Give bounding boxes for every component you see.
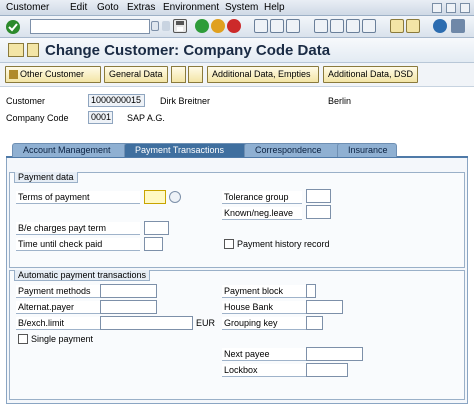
house-bank-input[interactable] xyxy=(306,300,343,314)
maximize-icon[interactable] xyxy=(446,3,456,13)
general-data-button[interactable]: General Data xyxy=(104,66,168,83)
company-name: SAP A.G. xyxy=(127,113,165,123)
exit-icon[interactable] xyxy=(211,19,225,33)
menu-customer[interactable]: Customer xyxy=(6,2,49,13)
command-field[interactable] xyxy=(30,19,150,34)
single-payment-label: Single payment xyxy=(31,334,94,344)
other-customer-label: Other Customer xyxy=(20,69,85,79)
terms-of-payment-input[interactable] xyxy=(144,190,166,204)
minimize-icon[interactable] xyxy=(432,3,442,13)
customer-city: Berlin xyxy=(328,96,352,106)
tab-strip: Account Management Payment Transactions … xyxy=(6,143,468,158)
standard-toolbar xyxy=(0,16,474,38)
back-icon[interactable] xyxy=(195,19,209,33)
previous-page-icon[interactable] xyxy=(330,19,344,33)
create-session-icon[interactable] xyxy=(390,19,404,33)
document-icon[interactable] xyxy=(171,66,186,83)
tab-payment-transactions[interactable]: Payment Transactions xyxy=(124,143,250,157)
payment-block-label: Payment block xyxy=(222,285,306,298)
enter-icon[interactable] xyxy=(6,20,20,34)
grouping-key-input[interactable] xyxy=(306,316,323,330)
automatic-payment-group: Automatic payment transactions Payment m… xyxy=(9,270,465,400)
customer-label: Customer xyxy=(6,96,46,106)
alternat-payer-input[interactable] xyxy=(100,300,157,314)
last-page-icon[interactable] xyxy=(362,19,376,33)
be-charges-input[interactable] xyxy=(144,221,169,235)
next-page-icon[interactable] xyxy=(346,19,360,33)
terms-of-payment-label: Terms of payment xyxy=(16,191,140,204)
title-bar: Change Customer: Company Code Data xyxy=(0,38,474,63)
tolerance-group-label: Tolerance group xyxy=(222,191,302,204)
menu-edit[interactable]: Edit xyxy=(70,2,87,13)
first-page-icon[interactable] xyxy=(314,19,328,33)
customer-number-field: 1000000015 xyxy=(88,94,145,107)
cancel-icon[interactable] xyxy=(227,19,241,33)
payment-data-title: Payment data xyxy=(14,172,78,183)
house-bank-label: House Bank xyxy=(222,301,306,314)
single-payment-checkbox[interactable] xyxy=(18,334,28,344)
layout-menu-icon[interactable] xyxy=(451,19,465,33)
other-customer-icon xyxy=(9,70,18,79)
payment-history-record-checkbox[interactable] xyxy=(224,239,234,249)
currency-label: EUR xyxy=(196,318,216,328)
lockbox-input[interactable] xyxy=(306,363,348,377)
time-until-check-paid-input[interactable] xyxy=(144,237,163,251)
menu-bar: Customer Edit Goto Extras Environment Sy… xyxy=(0,0,474,16)
time-until-check-paid-label: Time until check paid xyxy=(16,238,140,251)
menu-goto[interactable]: Goto xyxy=(97,2,119,13)
other-customer-button[interactable]: Other Customer xyxy=(5,66,101,83)
application-toolbar: Other Customer General Data Additional D… xyxy=(0,63,474,87)
bexch-limit-label: B/exch.limit xyxy=(16,317,100,330)
shortcut-icon[interactable] xyxy=(406,19,420,33)
next-payee-input[interactable] xyxy=(306,347,363,361)
tab-insurance[interactable]: Insurance xyxy=(337,143,397,157)
lockbox-label: Lockbox xyxy=(222,364,306,377)
payment-history-record-label: Payment history record xyxy=(237,239,330,249)
bexch-limit-input[interactable] xyxy=(100,316,193,330)
find-icon[interactable] xyxy=(270,19,284,33)
payment-block-input[interactable] xyxy=(306,284,316,298)
page-title: Change Customer: Company Code Data xyxy=(45,42,331,59)
company-code-label: Company Code xyxy=(6,113,69,123)
company-code-field: 0001 xyxy=(88,111,113,124)
toolbar-separator-icon xyxy=(162,21,170,31)
close-window-icon[interactable] xyxy=(460,3,470,13)
print-icon[interactable] xyxy=(254,19,268,33)
alternat-payer-label: Alternat.payer xyxy=(16,301,100,314)
save-icon[interactable] xyxy=(173,19,187,33)
more-options-icon[interactable] xyxy=(27,43,39,57)
payment-methods-input[interactable] xyxy=(100,284,157,298)
menu-help[interactable]: Help xyxy=(264,2,285,13)
next-payee-label: Next payee xyxy=(222,348,306,361)
menu-extras[interactable]: Extras xyxy=(127,2,155,13)
document-edit-icon[interactable] xyxy=(188,66,203,83)
command-dropdown-icon[interactable] xyxy=(151,21,159,31)
additional-data-empties-button[interactable]: Additional Data, Empties xyxy=(207,66,319,83)
find-next-icon[interactable] xyxy=(286,19,300,33)
tab-content: Payment data Terms of payment B/e charge… xyxy=(6,158,468,404)
payment-data-group: Payment data Terms of payment B/e charge… xyxy=(9,172,465,268)
customer-name: Dirk Breitner xyxy=(160,96,211,106)
tab-account-management[interactable]: Account Management xyxy=(12,143,132,157)
tab-correspondence[interactable]: Correspondence xyxy=(244,143,343,157)
menu-system[interactable]: System xyxy=(225,2,258,13)
menu-environment[interactable]: Environment xyxy=(163,2,219,13)
be-charges-label: B/e charges payt term xyxy=(16,222,140,235)
automatic-payment-title: Automatic payment transactions xyxy=(14,270,151,281)
display-change-icon[interactable] xyxy=(8,43,24,57)
additional-data-dsd-button[interactable]: Additional Data, DSD xyxy=(323,66,418,83)
known-neg-leave-input[interactable] xyxy=(306,205,331,219)
search-help-icon[interactable] xyxy=(169,191,181,203)
grouping-key-label: Grouping key xyxy=(222,317,306,330)
payment-methods-label: Payment methods xyxy=(16,285,100,298)
help-icon[interactable] xyxy=(433,19,447,33)
tolerance-group-input[interactable] xyxy=(306,189,331,203)
known-neg-leave-label: Known/neg.leave xyxy=(222,207,302,220)
